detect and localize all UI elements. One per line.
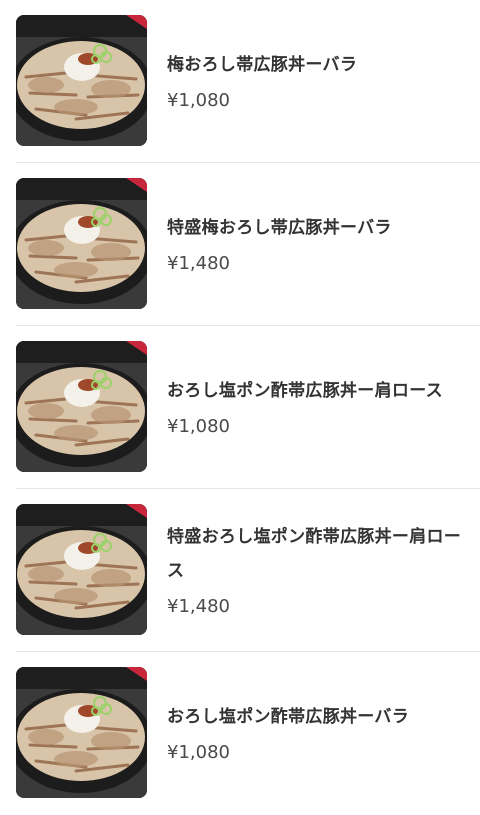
menu-item[interactable]: 特盛おろし塩ポン酢帯広豚丼ー肩ロース ¥1,480 [0, 489, 480, 652]
menu-item-info: 特盛おろし塩ポン酢帯広豚丼ー肩ロース ¥1,480 [167, 489, 464, 652]
menu-item-price: ¥1,080 [167, 741, 230, 763]
menu-item-name: 特盛おろし塩ポン酢帯広豚丼ー肩ロース [167, 526, 462, 581]
menu-item-name: 特盛梅おろし帯広豚丼ーバラ [167, 217, 392, 238]
menu-item-name: 梅おろし帯広豚丼ーバラ [167, 54, 358, 75]
menu-item-photo [16, 341, 147, 472]
menu-item-price: ¥1,080 [167, 89, 230, 111]
menu-item-info: おろし塩ポン酢帯広豚丼ーバラ ¥1,080 [167, 652, 464, 815]
menu-item-price: ¥1,480 [167, 595, 230, 617]
menu-item-photo [16, 178, 147, 309]
menu-item[interactable]: 特盛梅おろし帯広豚丼ーバラ ¥1,480 [0, 163, 480, 326]
menu-item-photo [16, 667, 147, 798]
menu-item-photo [16, 15, 147, 146]
menu-item[interactable]: 梅おろし帯広豚丼ーバラ ¥1,080 [0, 0, 480, 163]
menu-item[interactable]: おろし塩ポン酢帯広豚丼ー肩ロース ¥1,080 [0, 326, 480, 489]
menu-item-price: ¥1,480 [167, 252, 230, 274]
menu-item-info: 梅おろし帯広豚丼ーバラ ¥1,080 [167, 0, 464, 163]
menu-item-price: ¥1,080 [167, 415, 230, 437]
menu-item-photo [16, 504, 147, 635]
menu-item-name: おろし塩ポン酢帯広豚丼ーバラ [167, 706, 410, 727]
menu-item-info: 特盛梅おろし帯広豚丼ーバラ ¥1,480 [167, 163, 464, 326]
menu-item-name: おろし塩ポン酢帯広豚丼ー肩ロース [167, 380, 443, 401]
menu-list: 梅おろし帯広豚丼ーバラ ¥1,080 特盛梅おろし帯広豚丼ーバラ ¥1,480 … [0, 0, 480, 815]
menu-item[interactable]: おろし塩ポン酢帯広豚丼ーバラ ¥1,080 [0, 652, 480, 815]
menu-item-info: おろし塩ポン酢帯広豚丼ー肩ロース ¥1,080 [167, 326, 464, 489]
